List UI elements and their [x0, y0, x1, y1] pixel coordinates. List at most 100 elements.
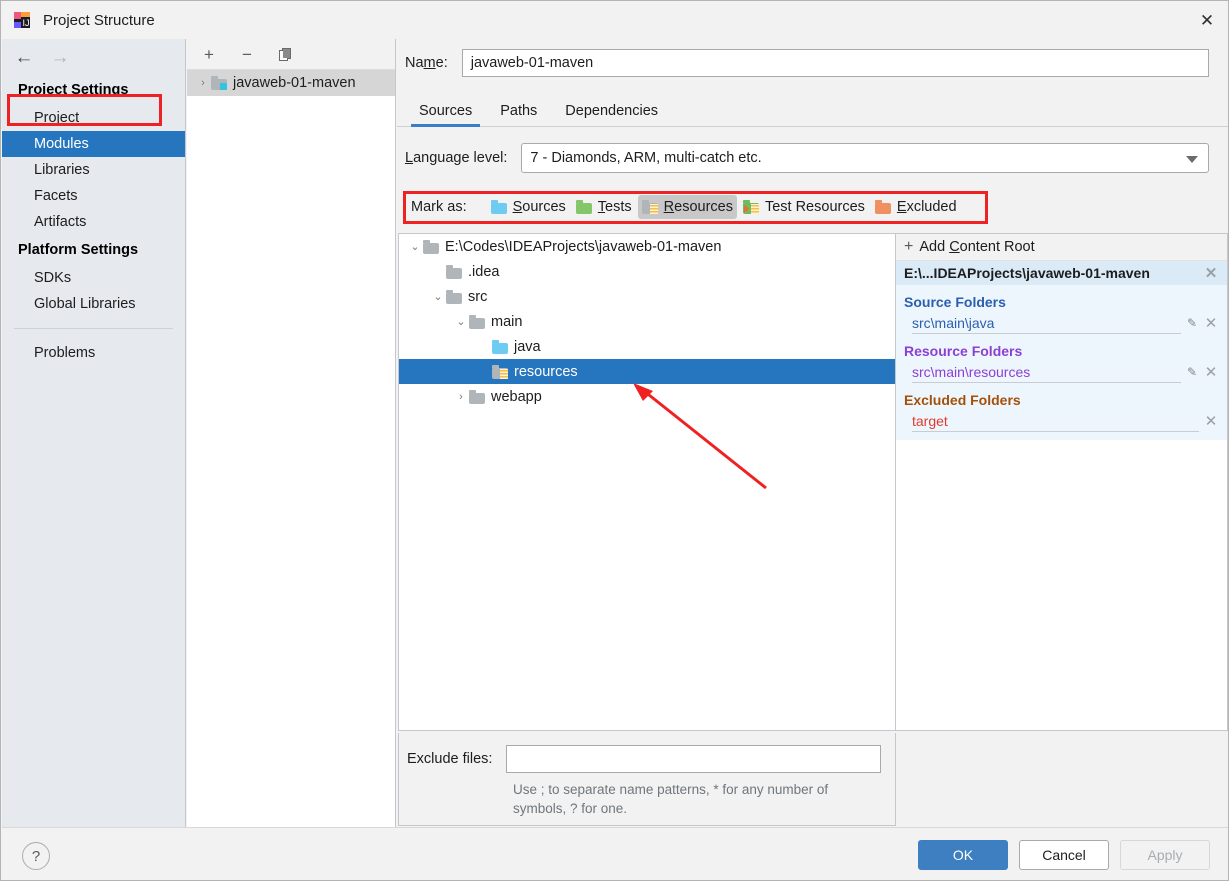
- module-editor: Name: javaweb-01-maven Sources Paths Dep…: [397, 39, 1228, 827]
- tree-row[interactable]: ⌄ E:\Codes\IDEAProjects\javaweb-01-maven: [399, 234, 895, 259]
- help-button[interactable]: ?: [22, 842, 50, 870]
- chevron-right-icon[interactable]: ›: [195, 77, 211, 89]
- dialog-action-buttons: OK Cancel Apply: [918, 840, 1210, 870]
- module-folder-icon: [211, 76, 227, 90]
- plus-icon: +: [904, 238, 914, 255]
- sidebar-item-artifacts[interactable]: Artifacts: [2, 209, 185, 235]
- resource-folder-row: src\main\resources ✎ ✕: [896, 361, 1227, 383]
- sidebar-item-modules[interactable]: Modules: [2, 131, 185, 157]
- sidebar-item-global-libraries[interactable]: Global Libraries: [2, 291, 185, 317]
- back-arrow-icon[interactable]: ←: [14, 48, 34, 67]
- tree-row-label: main: [491, 313, 523, 330]
- content-root-header: E:\...IDEAProjects\javaweb-01-maven ✕: [896, 261, 1227, 285]
- module-name-label: Name:: [405, 55, 448, 71]
- remove-resource-folder-icon[interactable]: ✕: [1203, 365, 1219, 380]
- exclude-files-row: Exclude files:: [407, 745, 881, 773]
- tree-row[interactable]: › webapp: [399, 384, 895, 409]
- mark-as-label: Mark as:: [411, 199, 467, 215]
- folder-icon: [469, 389, 485, 404]
- tree-row[interactable]: java: [399, 334, 895, 359]
- sidebar-item-project[interactable]: Project: [2, 105, 185, 131]
- project-structure-dialog: IJ Project Structure ✕ ← → Project Setti…: [0, 0, 1229, 881]
- tree-row-label: .idea: [468, 263, 500, 280]
- copy-module-button[interactable]: [275, 44, 295, 64]
- ok-button[interactable]: OK: [918, 840, 1008, 870]
- sidebar-divider: [14, 328, 173, 329]
- module-name-input[interactable]: javaweb-01-maven: [461, 49, 1209, 77]
- intellij-idea-icon: IJ: [13, 11, 31, 29]
- language-level-value: 7 - Diamonds, ARM, multi-catch etc.: [530, 150, 762, 166]
- chevron-down-icon[interactable]: ⌄: [430, 290, 446, 303]
- add-module-button[interactable]: +: [199, 44, 219, 64]
- forward-arrow-icon[interactable]: →: [50, 48, 70, 67]
- mark-as-test-resources-button[interactable]: Test Resources: [739, 195, 869, 219]
- tree-row[interactable]: .idea: [399, 259, 895, 284]
- tree-row[interactable]: resources: [399, 359, 895, 384]
- sidebar-item-sdks[interactable]: SDKs: [2, 265, 185, 291]
- modules-toolbar: + −: [187, 39, 395, 70]
- mark-as-excluded-button[interactable]: Excluded: [871, 195, 961, 219]
- nav-history-controls: ← →: [2, 39, 185, 75]
- folder-sources-icon: [490, 200, 507, 214]
- exclude-files-label: Exclude files:: [407, 751, 493, 767]
- source-folder-row: src\main\java ✎ ✕: [896, 312, 1227, 334]
- language-level-label: Language level:: [405, 150, 508, 166]
- sidebar-group-platform-settings: Platform Settings: [18, 242, 139, 258]
- remove-excluded-folder-icon[interactable]: ✕: [1203, 414, 1219, 429]
- mark-as-sources-label: Sources: [512, 199, 566, 215]
- tree-row[interactable]: ⌄ src: [399, 284, 895, 309]
- tab-dependencies[interactable]: Dependencies: [551, 103, 672, 126]
- mark-as-resources-button[interactable]: Resources: [637, 195, 737, 219]
- language-level-combobox[interactable]: 7 - Diamonds, ARM, multi-catch etc.: [521, 143, 1209, 173]
- exclude-files-input[interactable]: [506, 745, 881, 773]
- excluded-folder-row: target ✕: [896, 410, 1227, 432]
- dialog-footer: ? OK Cancel Apply: [2, 827, 1228, 880]
- mark-as-tests-button[interactable]: Tests: [572, 195, 636, 219]
- content-root-path: E:\...IDEAProjects\javaweb-01-maven: [904, 265, 1150, 281]
- add-content-root-button[interactable]: + Add Content Root: [896, 234, 1227, 261]
- language-level-row: Language level: 7 - Diamonds, ARM, multi…: [397, 127, 1228, 173]
- edit-icon[interactable]: ✎: [1185, 316, 1199, 330]
- close-icon[interactable]: ✕: [1184, 1, 1228, 39]
- tree-row-label: resources: [514, 363, 578, 380]
- chevron-down-icon[interactable]: ⌄: [453, 315, 469, 328]
- mark-as-toolbar: Mark as: Sources Tests Resources Test Re…: [403, 192, 988, 222]
- folder-sources-icon: [492, 339, 508, 354]
- chevron-right-icon[interactable]: ›: [453, 391, 469, 403]
- sidebar-item-problems[interactable]: Problems: [2, 340, 185, 366]
- mark-as-toolbar-wrap: Mark as: Sources Tests Resources Test Re…: [403, 191, 988, 224]
- sidebar-item-facets[interactable]: Facets: [2, 183, 185, 209]
- folder-icon: [446, 289, 462, 304]
- folder-icon: [423, 239, 439, 254]
- source-folder-path: src\main\java: [912, 313, 1181, 334]
- module-item-label: javaweb-01-maven: [233, 75, 356, 91]
- tab-paths[interactable]: Paths: [486, 103, 551, 126]
- source-folders-title: Source Folders: [904, 294, 1006, 310]
- exclude-files-hint: Use ; to separate name patterns, * for a…: [513, 782, 829, 816]
- edit-icon[interactable]: ✎: [1185, 365, 1199, 379]
- sidebar-item-libraries[interactable]: Libraries: [2, 157, 185, 183]
- chevron-down-icon[interactable]: ⌄: [407, 240, 423, 253]
- folder-excluded-icon: [874, 200, 891, 214]
- tab-sources[interactable]: Sources: [405, 103, 486, 127]
- cancel-button[interactable]: Cancel: [1019, 840, 1109, 870]
- mark-as-resources-label: Resources: [663, 199, 733, 215]
- settings-sidebar: ← → Project Settings Project Modules Lib…: [2, 39, 186, 827]
- remove-module-button[interactable]: −: [237, 44, 257, 64]
- mark-as-sources-button[interactable]: Sources: [487, 195, 570, 219]
- tree-row[interactable]: ⌄ main: [399, 309, 895, 334]
- module-name-row: Name: javaweb-01-maven: [397, 39, 1228, 79]
- tree-row-label: E:\Codes\IDEAProjects\javaweb-01-maven: [445, 238, 722, 255]
- apply-button[interactable]: Apply: [1120, 840, 1210, 870]
- svg-text:IJ: IJ: [23, 18, 30, 28]
- add-content-root-label: Add Content Root: [919, 239, 1035, 255]
- module-tabs: Sources Paths Dependencies: [397, 93, 1228, 127]
- folder-test-resources-icon: [742, 200, 759, 214]
- tree-row-label: webapp: [491, 388, 542, 405]
- remove-content-root-icon[interactable]: ✕: [1203, 266, 1219, 281]
- remove-source-folder-icon[interactable]: ✕: [1203, 316, 1219, 331]
- modules-list-panel: + − › javaweb-01-maven: [187, 39, 396, 827]
- tree-row-label: java: [514, 338, 541, 355]
- module-list-item[interactable]: › javaweb-01-maven: [187, 70, 395, 96]
- content-root-tree[interactable]: ⌄ E:\Codes\IDEAProjects\javaweb-01-maven…: [398, 233, 896, 731]
